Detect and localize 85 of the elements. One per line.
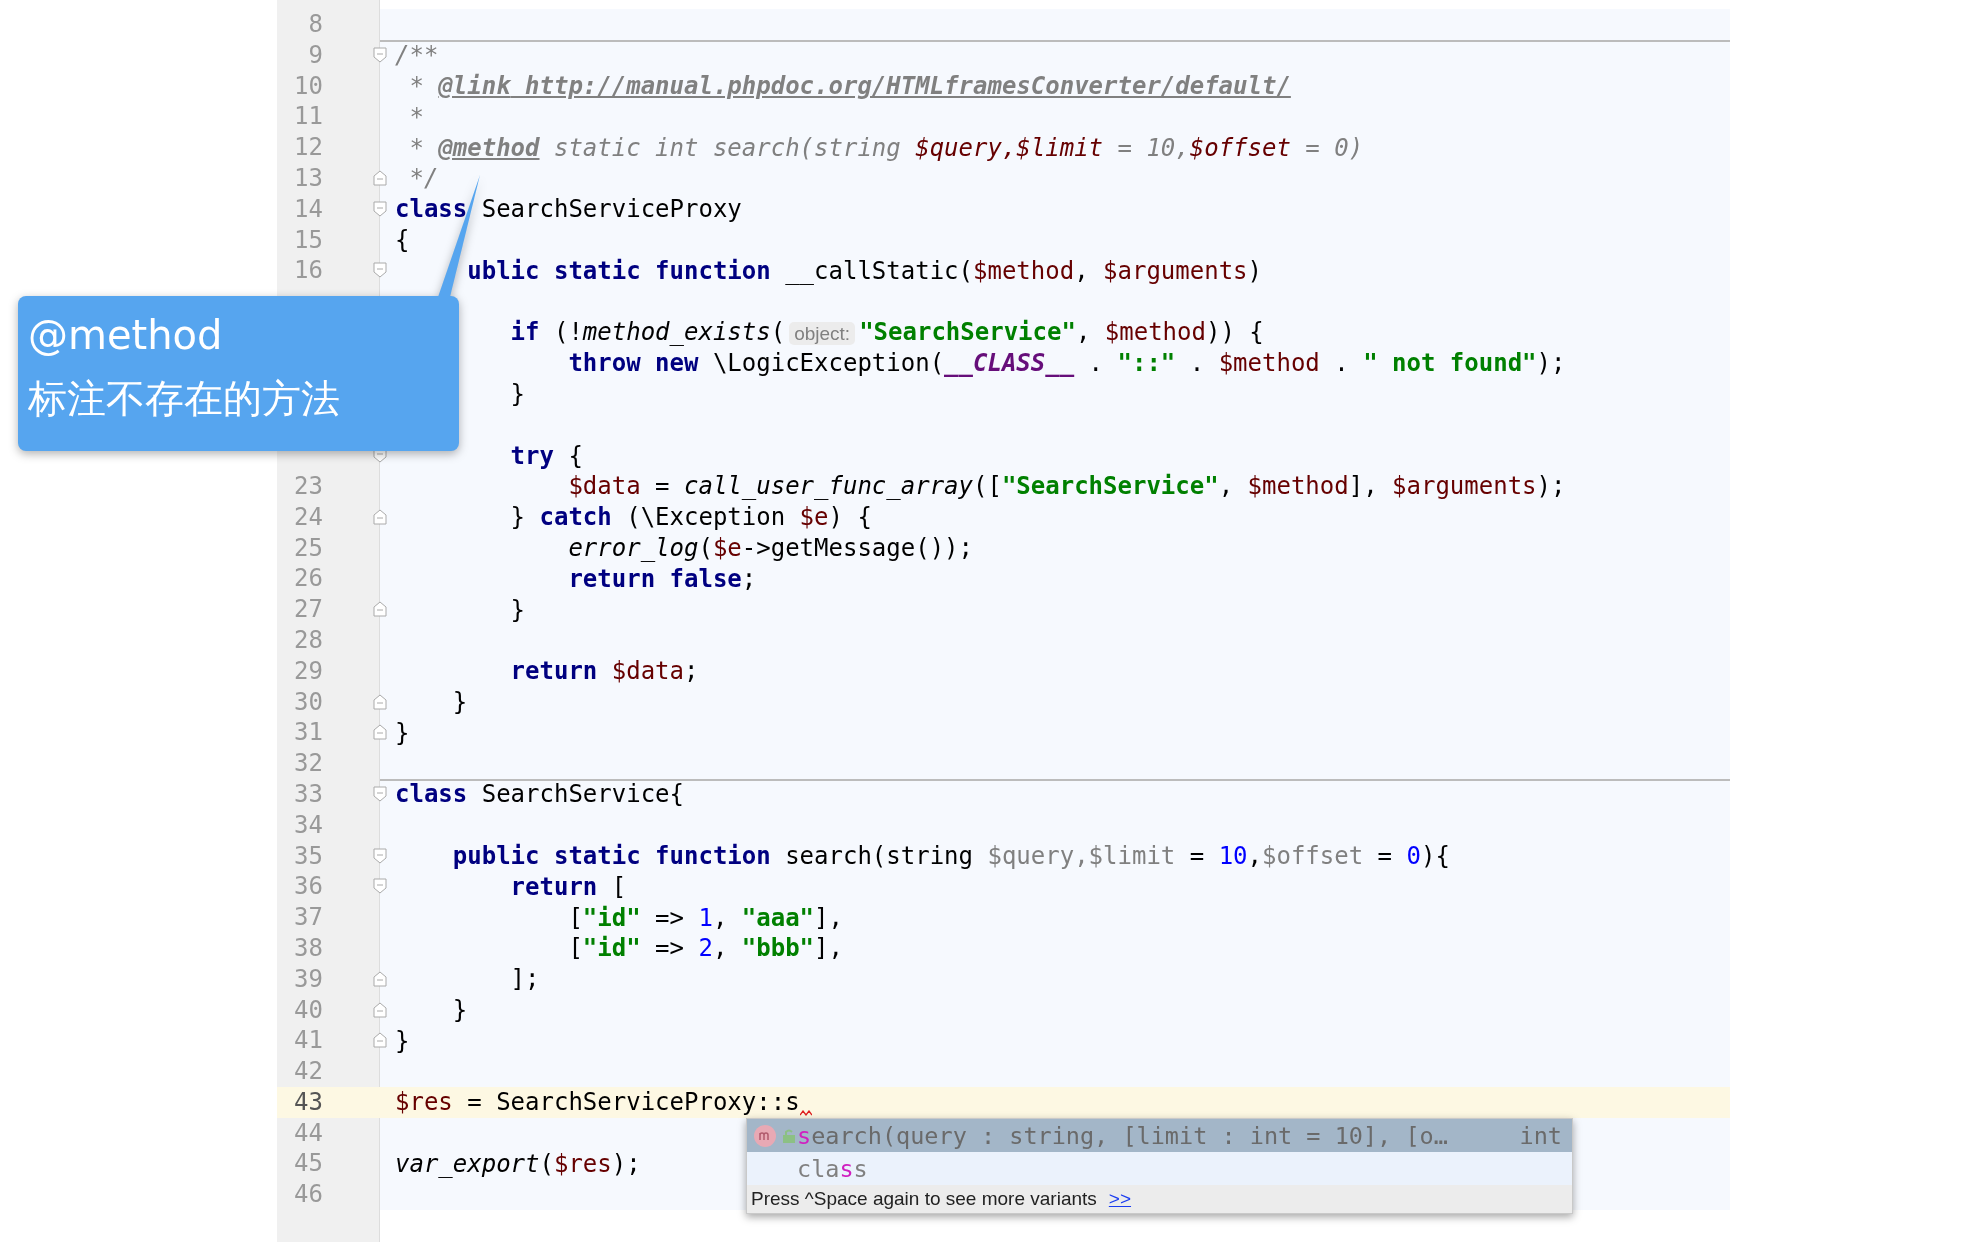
code-line: } — [509, 378, 526, 409]
line-number: 30 — [293, 686, 323, 718]
code-line: * @link http://manual.phpdoc.org/HTMLframesConverter/default/ — [408, 71, 1291, 101]
fold-end-icon[interactable] — [373, 724, 387, 741]
line-number: 12 — [293, 132, 323, 163]
code-line: try { — [509, 440, 583, 471]
line-number: 10 — [293, 70, 323, 102]
line-number: 24 — [293, 501, 323, 533]
code-line: * — [408, 101, 424, 132]
code-line: error_log($e->getMessage()); — [567, 532, 973, 563]
line-number: 28 — [293, 624, 323, 656]
line-number: 38 — [293, 932, 323, 964]
method-icon — [753, 1123, 777, 1148]
fold-end-icon[interactable] — [373, 1032, 387, 1049]
line-number: 27 — [293, 594, 323, 625]
fold-end-icon[interactable] — [373, 1001, 387, 1018]
line-number: 15 — [293, 224, 323, 256]
fold-end-icon[interactable] — [373, 508, 387, 525]
line-number: 26 — [293, 563, 323, 595]
code-line: } — [509, 594, 526, 625]
code-line: ["id" => 2, "bbb"], — [567, 933, 843, 964]
code-line: } — [395, 717, 410, 748]
code-line: */ — [408, 163, 439, 194]
fold-start-icon[interactable] — [373, 847, 387, 864]
line-number: 16 — [293, 255, 323, 287]
callout-text: 标注不存在的方法 — [28, 375, 340, 423]
code-line: } — [451, 994, 468, 1025]
line-number: 13 — [293, 163, 323, 194]
line-number: 14 — [293, 193, 323, 225]
code-line: return false; — [567, 563, 757, 594]
code-line: public static function search(string $query,$limit = 10,$offset = 0){ — [451, 840, 1450, 871]
callout-title: @method — [28, 311, 223, 359]
line-number: 31 — [293, 717, 323, 749]
error-squiggle-icon — [799, 1109, 812, 1116]
line-number: 11 — [293, 101, 323, 133]
more-variants-link[interactable]: >> — [1108, 1188, 1132, 1210]
line-number: 43 — [293, 1086, 323, 1118]
line-number: 32 — [293, 748, 323, 779]
line-number: 25 — [293, 532, 323, 564]
code-line: return [ — [509, 871, 627, 902]
code-line: } — [451, 686, 468, 717]
code-line: { — [395, 224, 410, 255]
code-line: } catch (\Exception $e) { — [509, 502, 872, 533]
line-number: 37 — [293, 902, 323, 933]
fold-end-icon[interactable] — [373, 170, 387, 186]
fold-end-icon[interactable] — [373, 693, 387, 710]
fold-end-icon[interactable] — [373, 601, 387, 618]
fold-start-icon[interactable] — [373, 46, 387, 63]
line-number: 23 — [293, 470, 323, 502]
line-number: 45 — [293, 1148, 323, 1180]
fold-start-icon[interactable] — [373, 785, 387, 802]
code-line: throw new \LogicException(__CLASS__ . "::" . $method . " not found"); — [567, 348, 1566, 379]
line-number: 8 — [307, 9, 323, 40]
code-line: * @method static int search(string $query,$limit = 10,$offset = 0) — [408, 132, 1364, 163]
line-number: 34 — [293, 809, 323, 841]
line-number: 29 — [293, 655, 323, 687]
fold-start-icon[interactable] — [373, 262, 387, 279]
code-line: /** — [395, 40, 439, 71]
fold-end-icon[interactable] — [373, 970, 387, 987]
line-number: 33 — [293, 778, 323, 810]
code-line: ["id" => 1, "aaa"], — [567, 902, 843, 933]
code-line: } — [395, 1025, 410, 1056]
completion-item[interactable]: search(query : string, [limit : int = 10], [o… int — [747, 1119, 1572, 1152]
line-number: 36 — [293, 871, 323, 903]
line-number: 35 — [293, 840, 323, 872]
line-number: 41 — [293, 1025, 323, 1057]
code-line: $data = call_user_func_array(["SearchService", $method], $arguments); — [567, 471, 1566, 502]
code-line: return $data; — [509, 656, 699, 687]
line-number: 39 — [293, 963, 323, 995]
line-number: 42 — [293, 1056, 323, 1087]
fold-start-icon[interactable] — [373, 200, 387, 217]
code-line: $res = SearchServiceProxy::s — [395, 1087, 800, 1118]
line-number: 40 — [293, 994, 323, 1026]
lock-icon — [781, 1127, 797, 1144]
completion-item[interactable]: class — [747, 1152, 1572, 1185]
hint-text: Press ^Space again to see more variants — [751, 1188, 1097, 1210]
code-line: ]; — [509, 964, 540, 995]
code-line: ublic static function __callStatic($method, $arguments) — [466, 255, 1262, 286]
code-line: class SearchService{ — [395, 779, 684, 810]
code-line: class SearchServiceProxy — [395, 194, 742, 225]
line-number: 9 — [307, 39, 323, 71]
code-line: var_export($res); — [395, 1148, 641, 1179]
line-number: 44 — [293, 1117, 323, 1149]
line-number: 46 — [293, 1179, 323, 1211]
fold-start-icon[interactable] — [373, 878, 387, 895]
